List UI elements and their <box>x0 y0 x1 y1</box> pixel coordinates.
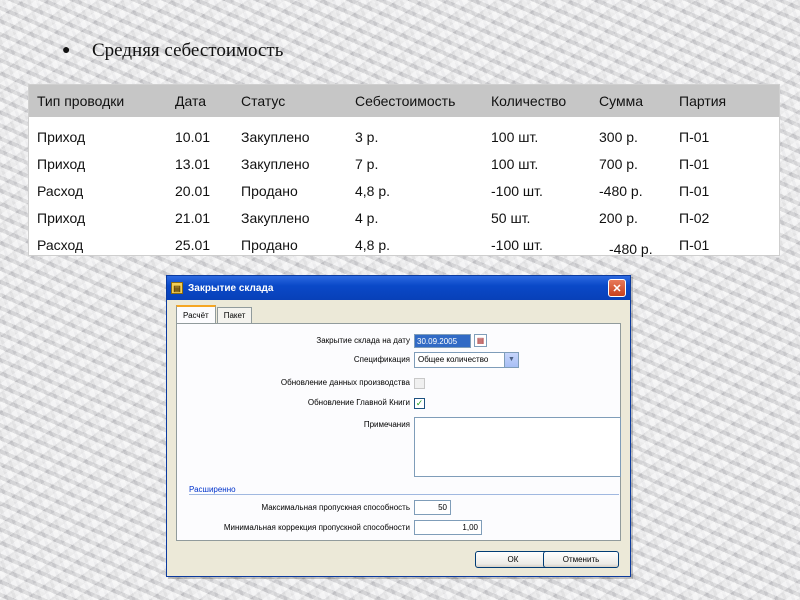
table-cell: 10.01 <box>175 128 211 145</box>
table-cell: Приход <box>37 128 86 145</box>
table-cell: Закуплено <box>241 155 310 172</box>
update-ledger-checkbox[interactable]: ✓ <box>414 398 425 409</box>
update-production-checkbox[interactable] <box>414 378 425 389</box>
advanced-section-link[interactable]: Расширенно <box>189 485 236 494</box>
table-cell: Расход <box>37 236 84 253</box>
table-cell: Закуплено <box>241 128 310 145</box>
close-date-field[interactable]: 30.09.2005 <box>414 334 471 348</box>
column-header: Сумма <box>599 93 643 109</box>
table-cell: Закуплено <box>241 209 310 226</box>
tab-calculation[interactable]: Расчёт <box>176 305 216 323</box>
tab-panel: Закрытие склада на дату 30.09.2005 ▦ Спе… <box>176 323 621 541</box>
table-cell: 50 шт. <box>491 209 531 226</box>
max-capacity-label: Максимальная пропускная способность <box>261 503 410 512</box>
column-header: Количество <box>491 93 567 109</box>
table-cell: Расход <box>37 182 84 199</box>
column-header: Дата <box>175 93 207 109</box>
update-ledger-label: Обновление Главной Книги <box>307 398 410 407</box>
column-header: Тип проводки <box>37 93 125 109</box>
table-cell: П-01 <box>679 155 710 172</box>
column-header: Статус <box>241 93 286 109</box>
column-header: Партия <box>679 93 727 109</box>
table-cell: -100 шт. <box>491 182 543 199</box>
table-cell: -480 р. <box>599 182 643 199</box>
cancel-button[interactable]: Отменить <box>543 551 619 568</box>
tab-batch[interactable]: Пакет <box>216 307 253 323</box>
bullet-icon: ● <box>62 43 71 58</box>
table-cell: П-02 <box>679 209 710 226</box>
table-cell: 20.01 <box>175 182 211 199</box>
table-cell: 4,8 р. <box>355 236 391 253</box>
close-date-label: Закрытие склада на дату <box>316 336 410 345</box>
table-cell: -480 р. <box>609 240 653 257</box>
table-cell: 700 р. <box>599 155 638 172</box>
table-cell: 13.01 <box>175 155 211 172</box>
table-cell: 3 р. <box>355 128 379 145</box>
table-cell: 21.01 <box>175 209 211 226</box>
table-cell: 100 шт. <box>491 128 539 145</box>
update-production-label: Обновление данных производства <box>280 378 410 387</box>
min-capacity-label: Минимальная коррекция пропускной способн… <box>223 523 410 532</box>
table-row: Приход 13.01 Закуплено 7 р. 100 шт. 700 … <box>29 150 779 177</box>
chevron-down-icon[interactable]: ▼ <box>504 353 518 367</box>
table-cell: П-01 <box>679 182 710 199</box>
table-row: Приход 10.01 Закуплено 3 р. 100 шт. 300 … <box>29 123 779 150</box>
table-cell: Приход <box>37 209 86 226</box>
close-warehouse-dialog: ▤ Закрытие склада ✕ Расчёт Пакет Закрыти… <box>166 275 631 577</box>
cost-table: Тип проводки Дата Статус Себестоимость К… <box>28 84 780 258</box>
max-capacity-field[interactable]: 50 <box>414 500 451 515</box>
table-cell: 300 р. <box>599 128 638 145</box>
table-cell: 200 р. <box>599 209 638 226</box>
table-cell: 4 р. <box>355 209 379 226</box>
table-cell: Приход <box>37 155 86 172</box>
spec-select[interactable]: Общее количество ▼ <box>414 352 519 368</box>
slide-title: ● Средняя себестоимость <box>62 40 283 62</box>
notes-label: Примечания <box>363 420 410 429</box>
section-divider <box>189 494 619 495</box>
table-cell: П-01 <box>679 236 710 253</box>
spec-label: Спецификация <box>353 355 410 364</box>
dialog-titlebar: ▤ Закрытие склада <box>167 276 630 300</box>
ok-button[interactable]: ОК <box>475 551 551 568</box>
dialog-tabs: Расчёт Пакет <box>176 305 253 323</box>
table-row: Расход 20.01 Продано 4,8 р. -100 шт. -48… <box>29 177 779 204</box>
table-row: Расход 25.01 Продано 4,8 р. -100 шт. -48… <box>29 231 779 258</box>
spec-select-value: Общее количество <box>418 355 489 364</box>
table-cell: Продано <box>241 236 298 253</box>
notes-textarea[interactable] <box>414 417 621 477</box>
table-header: Тип проводки Дата Статус Себестоимость К… <box>29 85 779 117</box>
slide-title-text: Средняя себестоимость <box>92 40 284 61</box>
table-cell: 7 р. <box>355 155 379 172</box>
column-header: Себестоимость <box>355 93 456 109</box>
close-button[interactable]: ✕ <box>608 279 626 297</box>
dialog-title: Закрытие склада <box>188 282 274 294</box>
table-cell: Продано <box>241 182 298 199</box>
table-row: Приход 21.01 Закуплено 4 р. 50 шт. 200 р… <box>29 204 779 231</box>
app-icon: ▤ <box>171 282 183 294</box>
calendar-icon[interactable]: ▦ <box>474 334 487 347</box>
table-cell: П-01 <box>679 128 710 145</box>
table-cell: 100 шт. <box>491 155 539 172</box>
table-cell: 25.01 <box>175 236 211 253</box>
table-cell: -100 шт. <box>491 236 543 253</box>
min-capacity-field[interactable]: 1,00 <box>414 520 482 535</box>
table-cell: 4,8 р. <box>355 182 391 199</box>
